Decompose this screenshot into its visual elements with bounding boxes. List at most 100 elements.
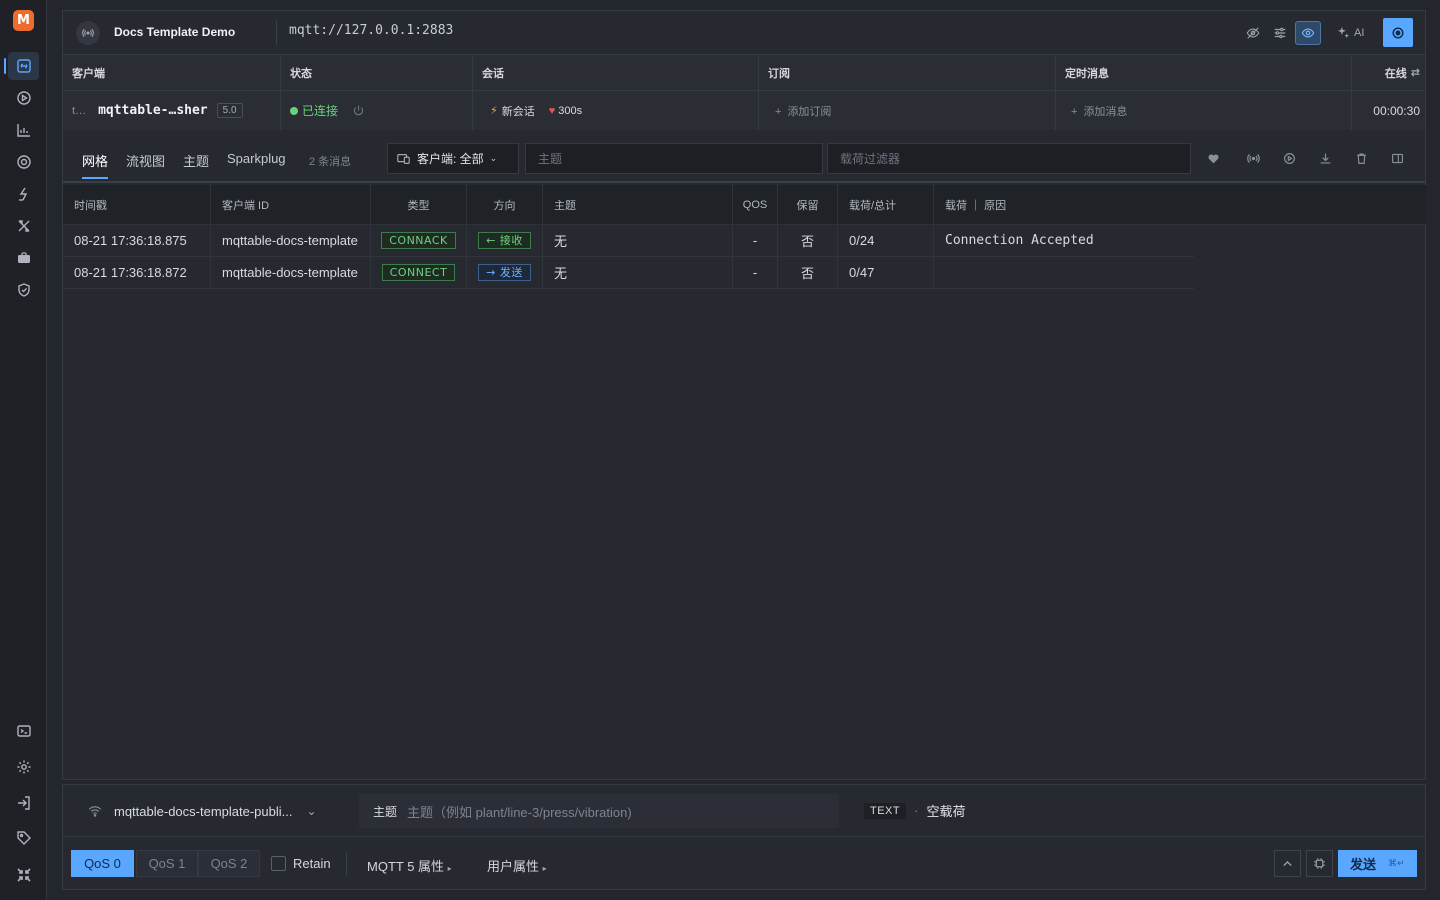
- hide-icon[interactable]: [1243, 23, 1263, 43]
- payload-format[interactable]: TEXT · 空载荷: [864, 801, 965, 820]
- user-props-button[interactable]: 用户属性 ▸: [487, 856, 547, 875]
- composer-bottom: QoS 0 QoS 1 QoS 2 Retain MQTT 5 属性 ▸ 用户属…: [63, 837, 1425, 891]
- import-icon[interactable]: [8, 789, 39, 817]
- wifi-icon: [88, 804, 102, 818]
- col-payload[interactable]: 载荷 ｜ 原因: [934, 185, 1426, 224]
- client-row[interactable]: t… mqttable-…sher 5.0 已连接 ⚡ 新会话 ♥ 300s +…: [63, 91, 1425, 130]
- divider: [276, 21, 277, 45]
- heart-filter-icon[interactable]: [1204, 149, 1222, 167]
- add-message-label: 添加消息: [1083, 105, 1128, 118]
- swap-icon[interactable]: ⇄: [1411, 66, 1420, 79]
- script-icon[interactable]: [8, 180, 39, 208]
- send-button[interactable]: 发送 ⌘↵: [1338, 850, 1417, 877]
- payload-tools-button[interactable]: [1306, 850, 1333, 877]
- direction-badge: → 发送: [478, 264, 531, 281]
- chevron-down-icon: ⌄: [306, 804, 317, 818]
- connection-toggle-button[interactable]: [1383, 18, 1413, 47]
- play-circle-icon[interactable]: [1280, 149, 1298, 167]
- client-filter-select[interactable]: 客户端: 全部 ⌄: [387, 143, 519, 174]
- header-scheduled: 定时消息: [1056, 55, 1352, 90]
- sliders-icon[interactable]: [1270, 23, 1290, 43]
- chart-icon[interactable]: [8, 116, 39, 144]
- topic-label: 主题: [373, 804, 398, 819]
- shield-icon[interactable]: [8, 276, 39, 304]
- qos-0-button[interactable]: QoS 0: [71, 850, 134, 877]
- trash-icon[interactable]: [1352, 149, 1370, 167]
- connections-icon[interactable]: [4, 52, 39, 80]
- client-table-header: 客户端 状态 会话 订阅 定时消息 在线 ⇄: [63, 55, 1425, 91]
- type-badge: CONNECT: [381, 264, 456, 281]
- broadcast-filter-icon[interactable]: [1244, 149, 1262, 167]
- connection-name: Docs Template Demo: [114, 25, 236, 39]
- col-type[interactable]: 类型: [371, 185, 467, 224]
- broker-url: mqtt://127.0.0.1:2883: [289, 23, 454, 38]
- tag-icon[interactable]: [8, 824, 39, 852]
- send-shortcut: ⌘↵: [1388, 858, 1405, 868]
- play-icon[interactable]: [8, 84, 39, 112]
- format-tag: TEXT: [864, 802, 907, 819]
- header-online: 在线 ⇄: [1352, 55, 1425, 90]
- tab-stream[interactable]: 流视图: [126, 151, 165, 170]
- plus-icon: +: [1071, 105, 1078, 118]
- payload-filter-input[interactable]: 载荷过滤器: [827, 143, 1191, 174]
- message-grid: 时间戳 客户端 ID 类型 方向 主题 QOS 保留 载荷/总计 载荷 ｜ 原因…: [63, 185, 1426, 289]
- cell-topic: 无: [543, 257, 733, 288]
- connection-topbar: Docs Template Demo mqtt://127.0.0.1:2883…: [63, 11, 1425, 55]
- panel-icon[interactable]: [1388, 149, 1406, 167]
- heart-icon: ♥: [548, 104, 556, 117]
- col-retain[interactable]: 保留: [778, 185, 838, 224]
- col-topic[interactable]: 主题: [543, 185, 733, 224]
- session-label: 新会话: [501, 105, 535, 118]
- power-icon[interactable]: [352, 104, 365, 117]
- col-client-id[interactable]: 客户端 ID: [211, 185, 371, 224]
- cell-payload: [934, 257, 1194, 288]
- keepalive-value: 300s: [558, 104, 583, 117]
- col-timestamp[interactable]: 时间戳: [63, 185, 211, 224]
- table-row[interactable]: 08-21 17:36:18.875 mqttable-docs-templat…: [63, 225, 1194, 257]
- topic-filter-input[interactable]: 主题: [525, 143, 823, 174]
- header-status: 状态: [281, 55, 473, 90]
- tools-icon[interactable]: [8, 212, 39, 240]
- cell-qos: -: [733, 225, 778, 256]
- mqtt5-props-label: MQTT 5 属性: [367, 859, 445, 874]
- message-count: 2 条消息: [309, 156, 352, 168]
- mqtt5-props-button[interactable]: MQTT 5 属性 ▸: [367, 856, 452, 875]
- caret-icon: ▸: [542, 864, 547, 873]
- cell-payload: Connection Accepted: [945, 233, 1094, 248]
- publisher-client-select[interactable]: mqttable-docs-template-publi... ⌄: [72, 794, 358, 828]
- chevron-down-icon: ⌄: [489, 153, 498, 163]
- briefcase-icon[interactable]: [8, 244, 39, 272]
- send-label: 发送: [1350, 857, 1377, 872]
- user-props-label: 用户属性: [487, 859, 540, 874]
- add-message-button[interactable]: + 添加消息: [1071, 103, 1127, 119]
- publish-topic-input[interactable]: 主题 主题（例如 plant/line-3/press/vibration): [359, 794, 839, 828]
- cell-topic: 无: [543, 225, 733, 256]
- header-client: 客户端: [63, 55, 281, 90]
- eye-icon[interactable]: [1295, 21, 1321, 45]
- add-subscription-button[interactable]: + 添加订阅: [775, 103, 831, 119]
- col-qos[interactable]: QOS: [733, 185, 778, 224]
- target-icon[interactable]: [8, 148, 39, 176]
- terminal-icon[interactable]: [8, 717, 39, 745]
- col-direction[interactable]: 方向: [467, 185, 543, 224]
- download-icon[interactable]: [1316, 149, 1334, 167]
- cell-client-id: mqttable-docs-template: [211, 257, 371, 288]
- expand-up-button[interactable]: [1274, 850, 1301, 877]
- grid-header: 时间戳 客户端 ID 类型 方向 主题 QOS 保留 载荷/总计 载荷 ｜ 原因: [63, 185, 1426, 225]
- settings-icon[interactable]: [8, 753, 39, 781]
- ai-button[interactable]: AI: [1337, 26, 1364, 39]
- broadcast-icon: [76, 21, 100, 45]
- filter-bar: 网格 流视图 主题 Sparkplug 2 条消息 客户端: 全部 ⌄ 主题 载…: [63, 141, 1425, 183]
- retain-checkbox[interactable]: [271, 856, 286, 871]
- table-row[interactable]: 08-21 17:36:18.872 mqttable-docs-templat…: [63, 257, 1194, 289]
- devices-icon: [396, 152, 411, 166]
- tab-grid[interactable]: 网格: [82, 151, 109, 179]
- header-session: 会话: [473, 55, 759, 90]
- qos-2-button[interactable]: QoS 2: [198, 850, 260, 877]
- collapse-icon[interactable]: [8, 861, 39, 889]
- qos-1-button[interactable]: QoS 1: [136, 850, 198, 877]
- header-subscriptions: 订阅: [759, 55, 1056, 90]
- tab-topics[interactable]: 主题: [183, 151, 209, 170]
- tab-sparkplug[interactable]: Sparkplug: [227, 151, 286, 166]
- col-size[interactable]: 载荷/总计: [838, 185, 934, 224]
